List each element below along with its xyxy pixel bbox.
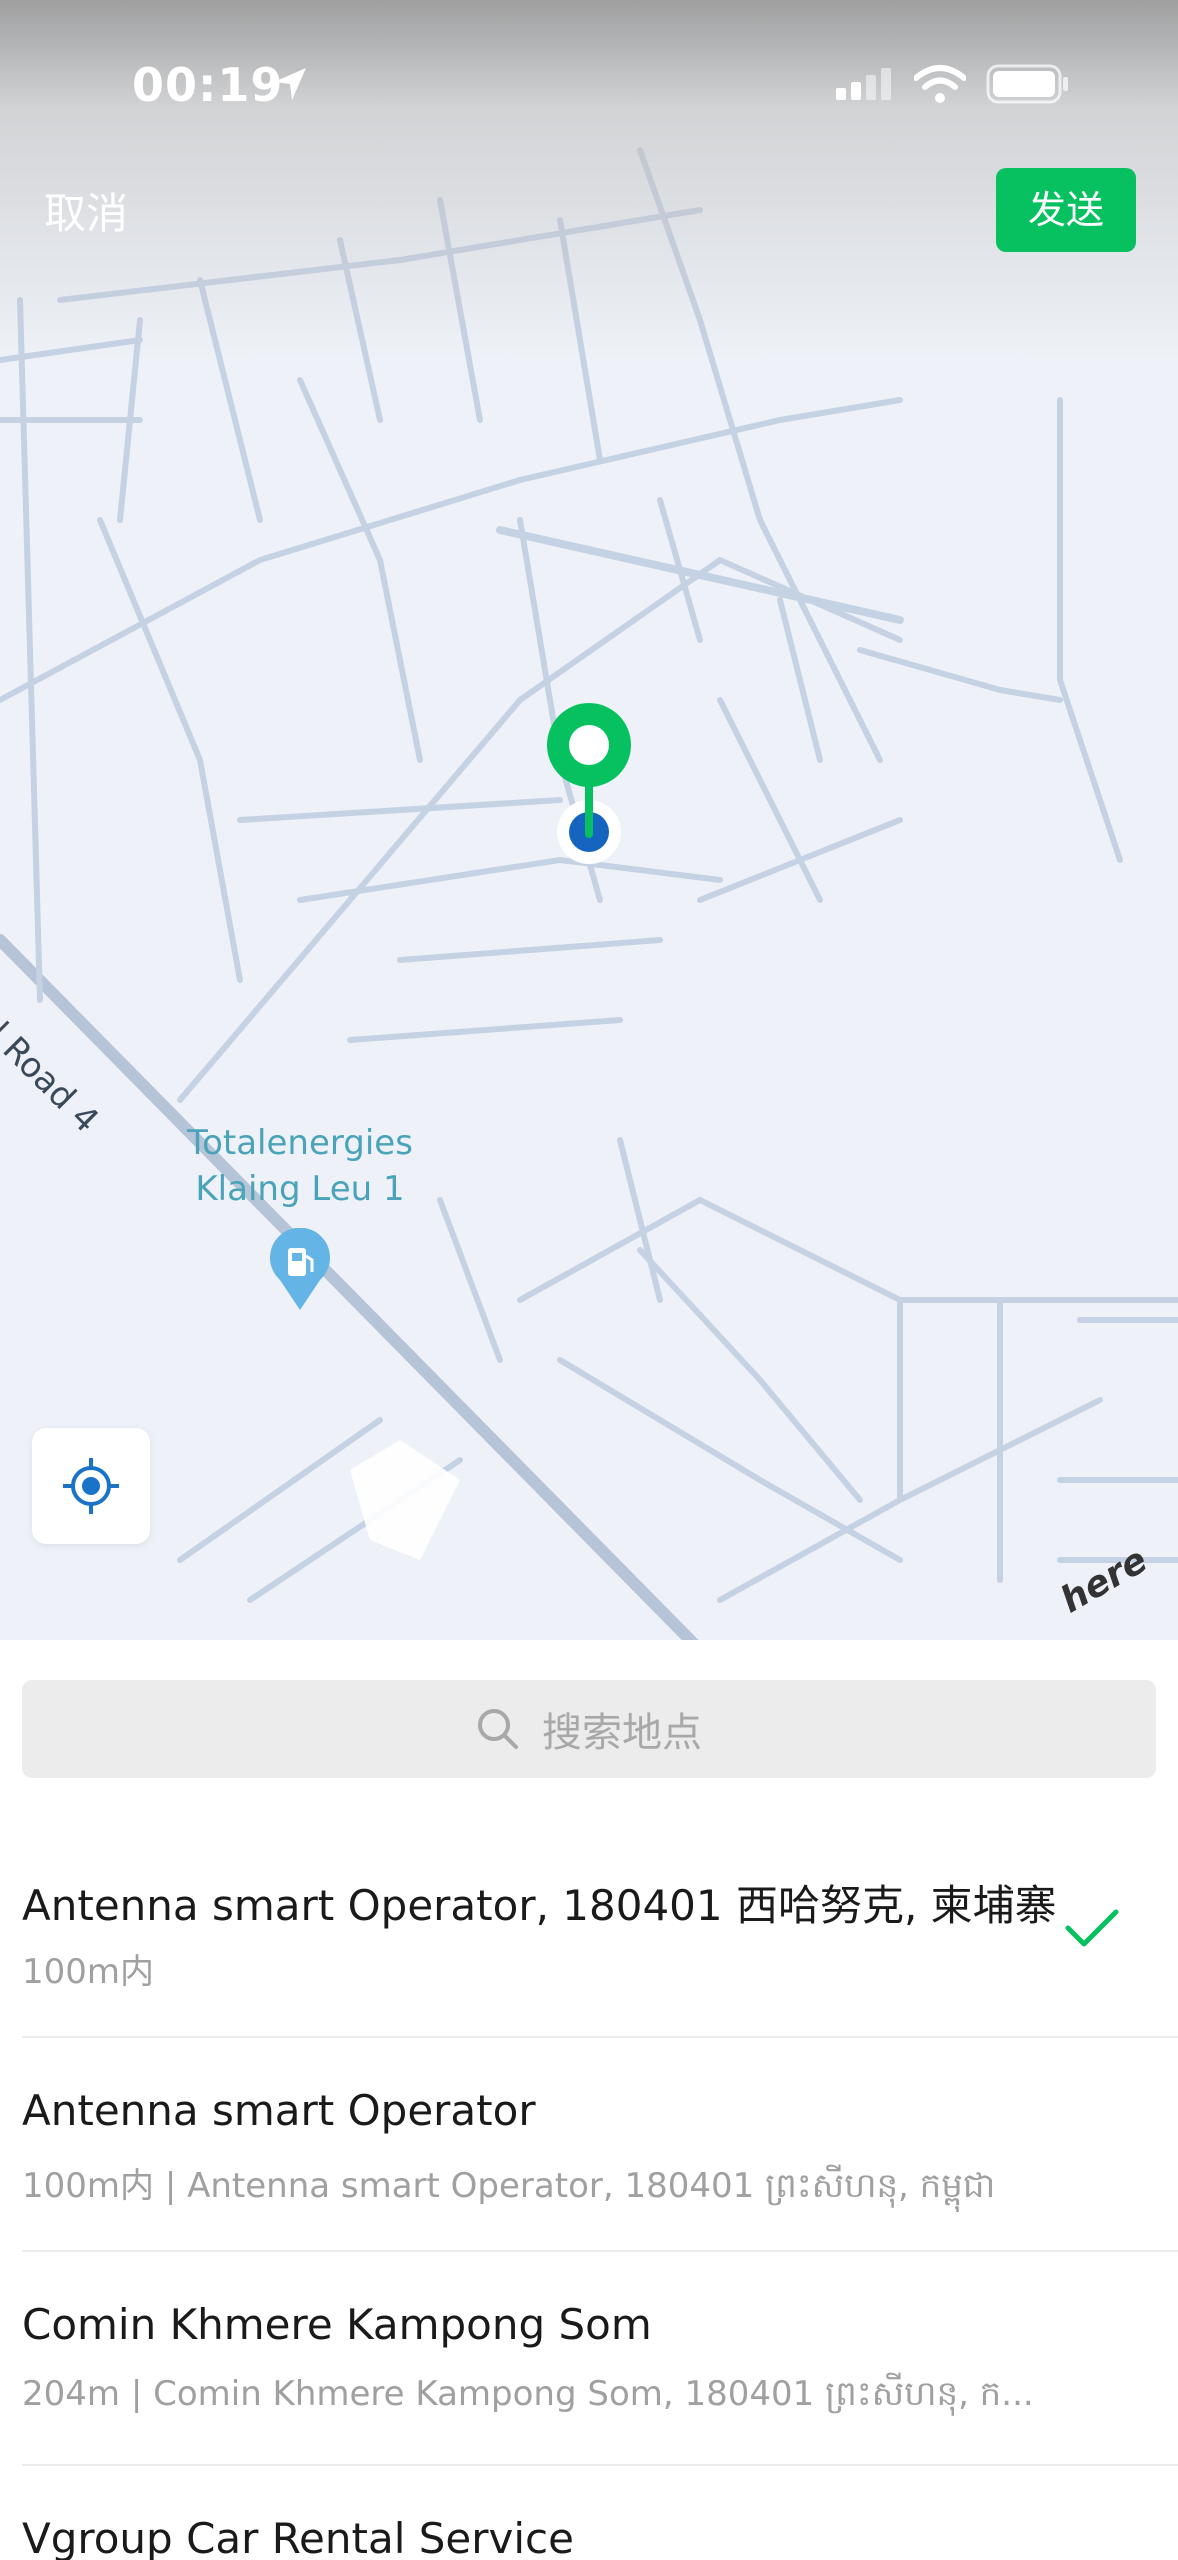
result-item-2[interactable]: Antenna smart Operator 100m内 | Antenna s… — [0, 2040, 1178, 2252]
poi-label[interactable]: Totalenergies Klaing Leu 1 — [160, 1120, 440, 1212]
result-subtitle: 204m | Comin Khmere Kampong Som, 180401 … — [22, 2374, 1034, 2414]
result-item-4[interactable]: Vgroup Car Rental Service — [0, 2468, 1178, 2560]
result-subtitle: 100m内 — [22, 1952, 155, 1992]
map-view[interactable]: 00:19 取消 发送 al Road 4 Totalenergies Klai… — [0, 0, 1178, 1640]
search-input[interactable]: 搜索地点 — [22, 1680, 1156, 1778]
divider — [22, 2250, 1178, 2252]
location-arrow-icon — [274, 68, 306, 100]
result-title: Comin Khmere Kampong Som — [22, 2300, 652, 2349]
result-title: Vgroup Car Rental Service — [22, 2514, 574, 2560]
map-pin-icon[interactable] — [544, 700, 634, 870]
location-sheet: 搜索地点 Antenna smart Operator, 180401 西哈努克… — [0, 1640, 1178, 2560]
locate-icon — [63, 1458, 119, 1514]
cancel-button[interactable]: 取消 — [44, 180, 128, 241]
search-icon — [478, 1709, 518, 1749]
send-button[interactable]: 发送 — [996, 168, 1136, 252]
divider — [22, 2464, 1178, 2466]
result-item-1[interactable]: Antenna smart Operator, 180401 西哈努克, 柬埔寨… — [0, 1826, 1178, 2038]
poi-name-line2: Klaing Leu 1 — [195, 1169, 405, 1209]
result-title: Antenna smart Operator — [22, 2086, 536, 2135]
status-time: 00:19 — [132, 58, 284, 112]
result-item-3[interactable]: Comin Khmere Kampong Som 204m | Comin Kh… — [0, 2254, 1178, 2466]
gas-station-icon[interactable] — [268, 1228, 332, 1312]
locate-me-button[interactable] — [32, 1428, 150, 1544]
poi-name-line1: Totalenergies — [187, 1123, 413, 1163]
divider — [22, 2036, 1178, 2038]
signal-icon — [836, 68, 891, 100]
search-placeholder: 搜索地点 — [542, 1710, 702, 1756]
result-subtitle: 100m内 | Antenna smart Operator, 180401 ព… — [22, 2166, 996, 2206]
wifi-icon — [914, 65, 966, 103]
battery-icon — [986, 64, 1068, 104]
result-title: Antenna smart Operator, 180401 西哈努克, 柬埔寨 — [22, 1881, 1057, 1930]
check-icon — [1065, 1909, 1119, 1947]
